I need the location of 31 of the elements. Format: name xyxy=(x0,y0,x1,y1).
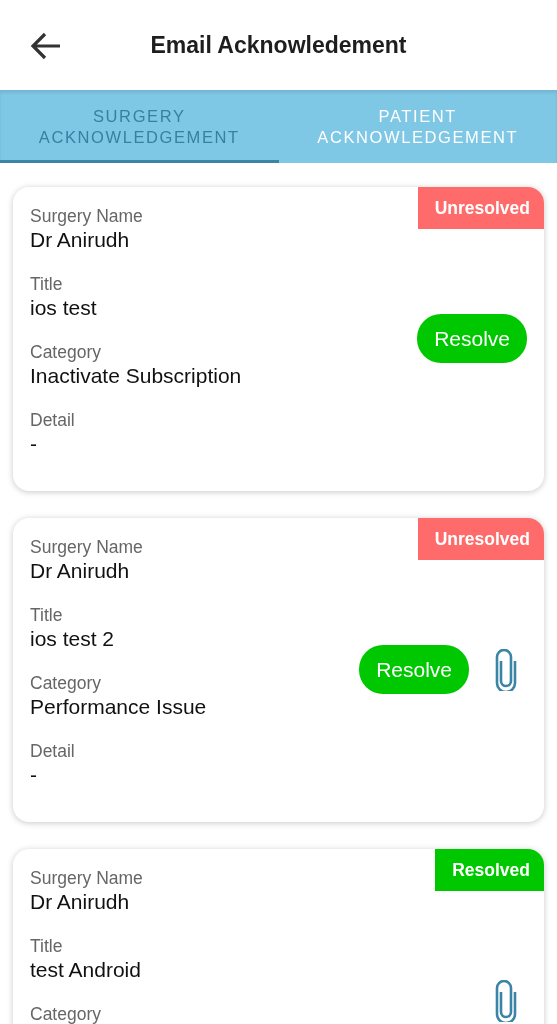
paperclip-icon[interactable] xyxy=(493,648,519,691)
field-label: Title xyxy=(30,604,64,626)
paperclip-icon[interactable] xyxy=(493,979,519,1022)
tab[interactable]: PATIENT ACKNOWLEDGEMENT xyxy=(278,90,557,163)
status-badge: Unresolved xyxy=(417,518,544,561)
field-label: Title xyxy=(30,935,64,957)
field-value: Inactivate Subscription xyxy=(30,363,243,389)
field-label: Title xyxy=(30,273,64,295)
resolve-button[interactable]: Resolve xyxy=(359,644,469,695)
field-value: ios test 2 xyxy=(30,626,116,652)
field-label: Surgery Name xyxy=(30,536,144,558)
field-value: test Android xyxy=(30,957,142,983)
field-value: - xyxy=(30,431,38,457)
field-label: Surgery Name xyxy=(30,205,144,227)
field-value: ios test xyxy=(30,295,98,321)
field-value: Dr Anirudh xyxy=(30,227,131,253)
field-value: Dr Anirudh xyxy=(30,889,131,915)
back-arrow-icon[interactable] xyxy=(30,31,62,61)
page-title: Email Acknowledement xyxy=(150,30,407,60)
field-label: Category xyxy=(30,1003,102,1024)
field-value: Dr Anirudh xyxy=(30,558,131,584)
tab[interactable]: SURGERY ACKNOWLEDGEMENT xyxy=(0,90,279,163)
resolve-button[interactable]: Resolve xyxy=(417,313,527,364)
field-value: - xyxy=(30,762,38,788)
field-label: Category xyxy=(30,672,102,694)
status-badge: Resolved xyxy=(435,849,544,892)
status-badge: Unresolved xyxy=(417,187,544,230)
field-value: Performance Issue xyxy=(30,694,208,720)
field-label: Detail xyxy=(30,740,76,762)
field-label: Category xyxy=(30,341,102,363)
field-label: Detail xyxy=(30,409,76,431)
